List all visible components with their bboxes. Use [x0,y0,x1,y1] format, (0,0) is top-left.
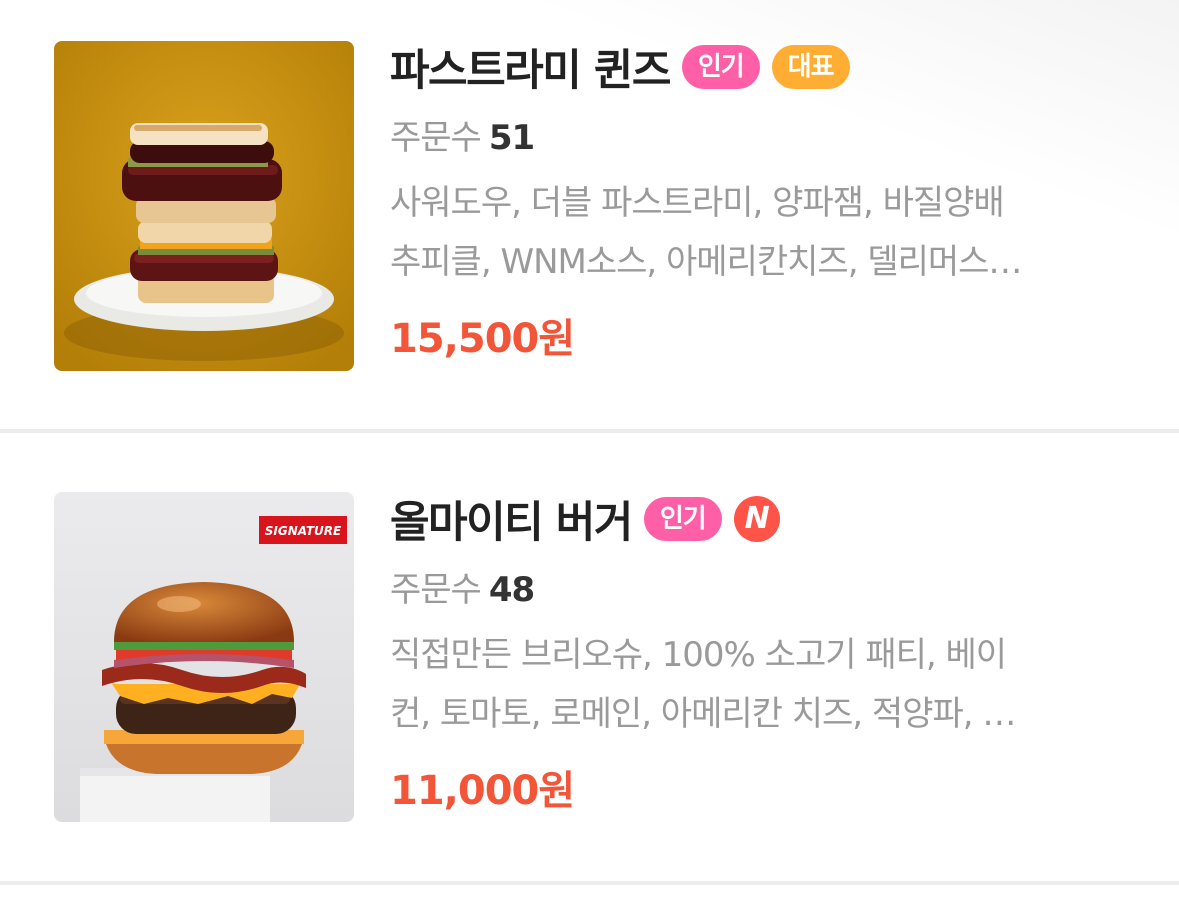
menu-item-description: 직접만든 브리오슈, 100% 소고기 패티, 베이 컨, 토마토, 로메인, … [390,626,1110,744]
menu-item-image[interactable]: SIGNATURE [54,492,354,822]
pastrami-sandwich-photo-icon [54,41,354,371]
menu-item-info: 올마이티 버거 인기 N 주문수 48 직접만든 브리오슈, 100% 소고기 패… [390,490,1150,816]
order-count-value: 48 [488,570,535,610]
menu-item-title-row: 파스트라미 퀸즈 인기 대표 [390,38,1150,96]
menu-item-price: 11,000원 [390,768,575,814]
menu-item-info: 파스트라미 퀸즈 인기 대표 주문수 51 사워도우, 더블 파스트라미, 양파잼… [390,38,1150,364]
order-count-value: 51 [488,118,535,158]
popular-badge: 인기 [681,45,760,89]
representative-badge: 대표 [771,45,850,89]
menu-item-image[interactable] [54,41,354,371]
description-line: 직접만든 브리오슈, 100% 소고기 패티, 베이 [390,635,1007,675]
description-line: 추피클, WNM소스, 아메리칸치즈, 델리머스… [390,242,1022,282]
menu-item-description: 사워도우, 더블 파스트라미, 양파잼, 바질양배 추피클, WNM소스, 아메… [390,174,1110,292]
signature-label: SIGNATURE [265,524,342,538]
menu-item-title-row: 올마이티 버거 인기 N [390,490,1150,548]
menu-list: 파스트라미 퀸즈 인기 대표 주문수 51 사워도우, 더블 파스트라미, 양파잼… [0,0,1179,901]
menu-item-price: 15,500원 [390,316,575,362]
description-line: 컨, 토마토, 로메인, 아메리칸 치즈, 적양파, … [390,694,1016,734]
menu-item-name[interactable]: 올마이티 버거 [390,488,633,550]
divider [0,429,1179,433]
new-badge-icon: N [733,496,780,542]
order-count-label: 주문수 [390,570,482,610]
order-count: 주문수 48 [390,568,1150,612]
order-count-label: 주문수 [390,118,482,158]
order-count: 주문수 51 [390,116,1150,160]
menu-item[interactable]: SIGNATURE 올마이티 버거 인기 N 주문수 48 직접만든 브리오슈,… [0,452,1179,882]
menu-item-name[interactable]: 파스트라미 퀸즈 [390,36,671,98]
menu-item[interactable]: 파스트라미 퀸즈 인기 대표 주문수 51 사워도우, 더블 파스트라미, 양파잼… [0,0,1179,430]
description-line: 사워도우, 더블 파스트라미, 양파잼, 바질양배 [390,183,1005,223]
divider [0,881,1179,885]
burger-photo-icon: SIGNATURE [54,492,354,822]
popular-badge: 인기 [643,497,722,541]
